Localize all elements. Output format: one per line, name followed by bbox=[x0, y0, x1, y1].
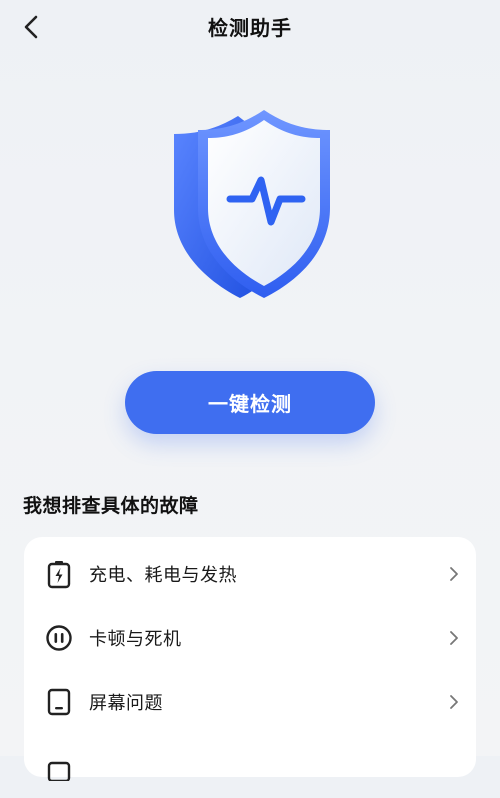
list-item-label: 充电、耗电与发热 bbox=[89, 565, 237, 586]
shield-pulse-icon bbox=[174, 110, 330, 298]
shield-illustration bbox=[160, 100, 340, 310]
one-click-scan-button[interactable]: 一键检测 bbox=[125, 371, 375, 434]
tablet-icon bbox=[44, 687, 74, 717]
pause-circle-icon bbox=[44, 623, 74, 653]
list-item-label: 卡顿与死机 bbox=[89, 629, 182, 650]
chevron-right-icon bbox=[448, 694, 460, 710]
list-item-charging[interactable]: 充电、耗电与发热 bbox=[24, 542, 476, 606]
top-bar: 检测助手 bbox=[0, 0, 500, 54]
list-item-screen[interactable]: 屏幕问题 bbox=[24, 670, 476, 734]
troubleshoot-list: 充电、耗电与发热 卡顿与死机 屏幕问题 bbox=[24, 537, 476, 781]
list-item-lag-freeze[interactable]: 卡顿与死机 bbox=[24, 606, 476, 670]
battery-charging-icon bbox=[44, 559, 74, 589]
section-title: 我想排查具体的故障 bbox=[23, 495, 199, 517]
chevron-right-icon bbox=[448, 630, 460, 646]
chevron-right-icon bbox=[448, 566, 460, 582]
list-item-partial[interactable] bbox=[24, 734, 476, 798]
list-item-label: 屏幕问题 bbox=[89, 693, 163, 714]
page-title: 检测助手 bbox=[208, 16, 292, 40]
